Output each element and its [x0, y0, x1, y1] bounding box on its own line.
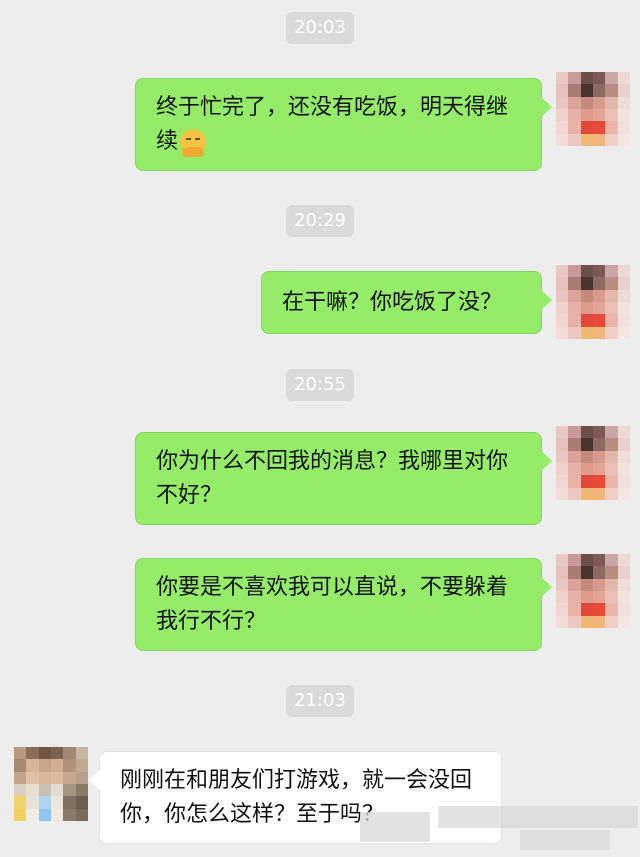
message-text: 你要是不喜欢我可以直说，不要躲着我行不行？	[156, 575, 509, 634]
sent-message-bubble[interactable]: 终于忙完了，还没有吃饭，明天得继续	[135, 78, 552, 171]
hand-over-mouth-emoji-icon	[180, 129, 207, 157]
timestamp: 20:03	[286, 12, 354, 44]
user-avatar[interactable]	[556, 554, 630, 628]
watermark	[438, 806, 638, 828]
message-text: 你为什么不回我的消息？我哪里对你不好？	[156, 449, 509, 508]
user-avatar[interactable]	[556, 265, 630, 339]
received-message-bubble[interactable]: 刚刚在和朋友们打游戏，就一会没回你，你怎么这样？至于吗？	[89, 751, 502, 844]
sent-message-bubble[interactable]: 你为什么不回我的消息？我哪里对你不好？	[135, 432, 552, 525]
watermark	[520, 830, 610, 850]
contact-avatar[interactable]	[14, 747, 88, 821]
sent-message-bubble[interactable]: 你要是不喜欢我可以直说，不要躲着我行不行？	[135, 558, 552, 651]
timestamp: 20:29	[286, 205, 354, 237]
message-text: 终于忙完了，还没有吃饭，明天得继续	[156, 95, 509, 154]
message-text: 在干嘛？你吃饭了没？	[282, 290, 503, 315]
watermark	[360, 812, 430, 842]
timestamp: 21:03	[286, 685, 354, 717]
user-avatar[interactable]	[556, 72, 630, 146]
user-avatar[interactable]	[556, 426, 630, 500]
timestamp: 20:55	[286, 369, 354, 401]
sent-message-bubble[interactable]: 在干嘛？你吃饭了没？	[261, 271, 552, 334]
